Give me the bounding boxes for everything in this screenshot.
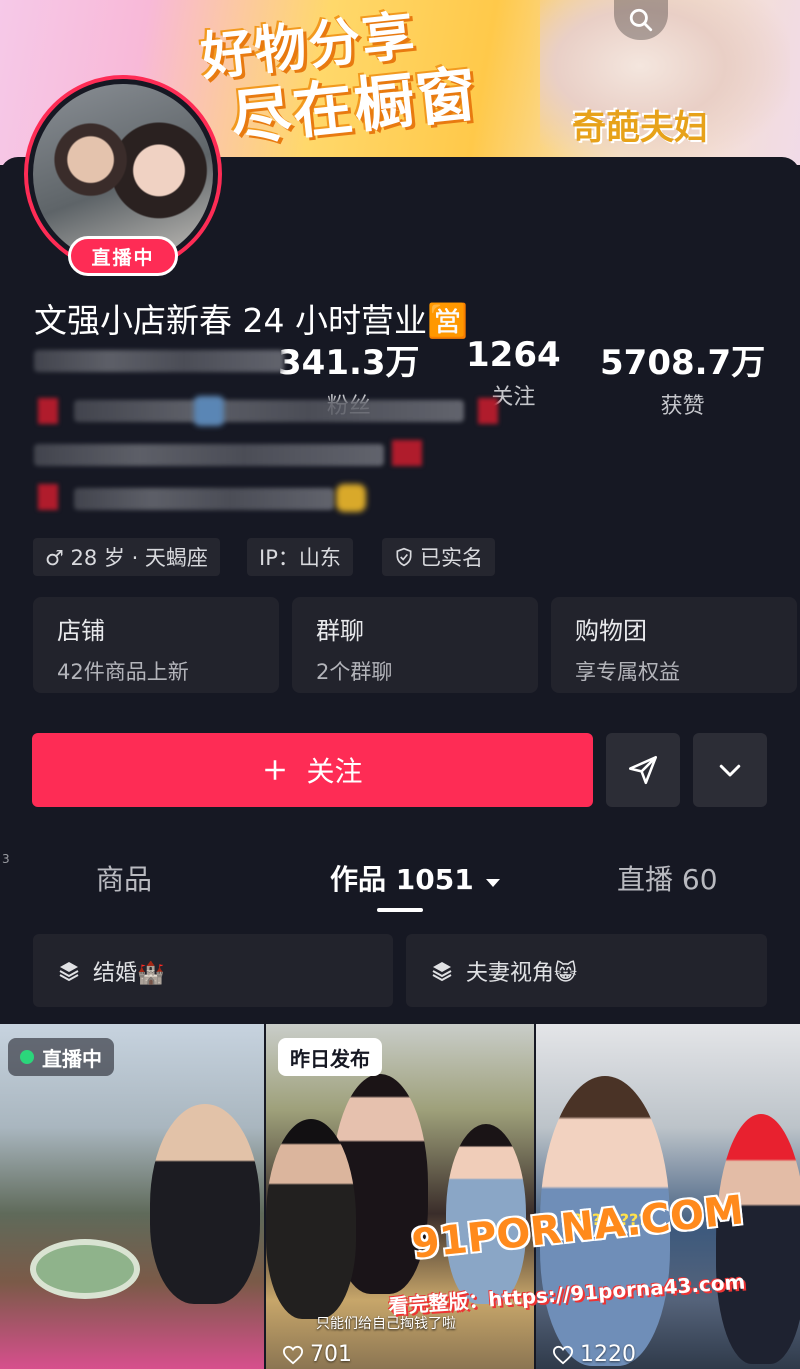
new-post-badge: 昨日发布 xyxy=(278,1038,382,1076)
tab-live[interactable]: 直播 60 xyxy=(617,858,718,898)
caret-down-icon xyxy=(486,879,501,887)
collection-label: 夫妻视角😸 xyxy=(466,960,577,986)
feature-group-chat[interactable]: 群聊 2个群聊 xyxy=(292,597,538,693)
feature-subtitle: 42件商品上新 xyxy=(57,660,189,684)
bio-emoji-blurred xyxy=(478,398,498,424)
plus-icon xyxy=(265,760,286,780)
bio-emoji-blurred xyxy=(336,484,366,512)
tag-verified: 已实名 xyxy=(382,538,495,576)
tag-text: ♂ 28 岁 · 天蝎座 xyxy=(45,546,208,570)
thumbnail-hotpot xyxy=(30,1239,140,1299)
live-badge[interactable]: 直播中 xyxy=(68,236,178,276)
video-likes: 701 xyxy=(282,1342,352,1367)
badge-text: 直播中 xyxy=(42,1046,102,1071)
follow-button[interactable]: 关注 xyxy=(32,733,593,807)
video-thumbnail-live[interactable]: 直播中 xyxy=(0,1024,264,1369)
more-button[interactable] xyxy=(693,733,767,807)
likes-count: 701 xyxy=(310,1342,352,1367)
stat-value: 341.3万 xyxy=(278,343,420,383)
tab-label: 直播 xyxy=(617,863,674,896)
stat-value: 5708.7万 xyxy=(600,343,766,383)
feature-title: 店铺 xyxy=(57,617,105,645)
banner-sticker: 奇葩夫妇 xyxy=(572,108,708,148)
bio-line-blurred xyxy=(74,400,464,422)
collection-wedding[interactable]: 结婚🏰 xyxy=(33,934,393,1007)
verified-shield-icon xyxy=(396,547,412,567)
tab-label: 商品 xyxy=(96,863,153,896)
tab-works[interactable]: 作品 1051 xyxy=(330,858,501,898)
collection-couple-view[interactable]: 夫妻视角😸 xyxy=(406,934,767,1007)
follow-label: 关注 xyxy=(306,755,363,788)
thumbnail-person xyxy=(266,1119,356,1319)
video-likes: 1220 xyxy=(552,1342,636,1367)
badge-text: 昨日发布 xyxy=(290,1046,370,1071)
tag-age-zodiac: ♂ 28 岁 · 天蝎座 xyxy=(33,538,220,576)
bio-emoji-blurred xyxy=(392,440,422,466)
feature-title: 购物团 xyxy=(575,617,647,645)
layers-icon xyxy=(432,961,452,981)
send-icon xyxy=(628,755,658,785)
likes-count: 1220 xyxy=(580,1342,636,1367)
tab-label: 作品 xyxy=(330,863,387,896)
tab-count: 1051 xyxy=(395,863,474,896)
feature-shop[interactable]: 店铺 42件商品上新 xyxy=(33,597,279,693)
tab-products[interactable]: 商品 xyxy=(96,858,152,898)
bio-line-blurred xyxy=(74,488,334,510)
feature-subtitle: 享专属权益 xyxy=(575,660,680,684)
edge-mark: 3 xyxy=(2,852,10,866)
collection-label: 结婚🏰 xyxy=(93,960,165,986)
bio-emoji-blurred xyxy=(38,484,58,510)
stat-label: 获赞 xyxy=(660,394,705,419)
bio-line-blurred xyxy=(34,350,284,372)
share-button[interactable] xyxy=(606,733,680,807)
chevron-down-icon xyxy=(719,764,741,777)
thumbnail-person xyxy=(150,1104,260,1304)
feature-shopping-group[interactable]: 购物团 享专属权益 xyxy=(551,597,797,693)
live-dot-icon xyxy=(20,1050,34,1064)
stat-likes[interactable]: 5708.7万 获赞 xyxy=(600,335,765,420)
search-icon xyxy=(629,8,653,32)
live-badge: 直播中 xyxy=(8,1038,114,1076)
feature-title: 群聊 xyxy=(316,617,364,645)
tag-text: IP：山东 xyxy=(259,546,341,570)
bio-emoji-blurred xyxy=(194,396,224,426)
layers-icon xyxy=(59,961,79,981)
feature-subtitle: 2个群聊 xyxy=(316,660,393,684)
tab-count: 60 xyxy=(681,863,718,896)
bio-emoji-blurred xyxy=(38,398,58,424)
watermark: 91PORNA.COM 看完整版：https://91porna43.com xyxy=(388,1187,746,1318)
profile-nickname: 文强小店新春 24 小时营业🈺 xyxy=(34,301,469,340)
heart-icon xyxy=(552,1345,574,1364)
bio-line-blurred xyxy=(34,444,384,466)
tab-active-indicator xyxy=(377,908,423,912)
heart-icon xyxy=(282,1345,304,1364)
tag-ip-location: IP：山东 xyxy=(247,538,353,576)
tag-text: 已实名 xyxy=(420,546,483,570)
stat-value: 1264 xyxy=(466,335,561,375)
